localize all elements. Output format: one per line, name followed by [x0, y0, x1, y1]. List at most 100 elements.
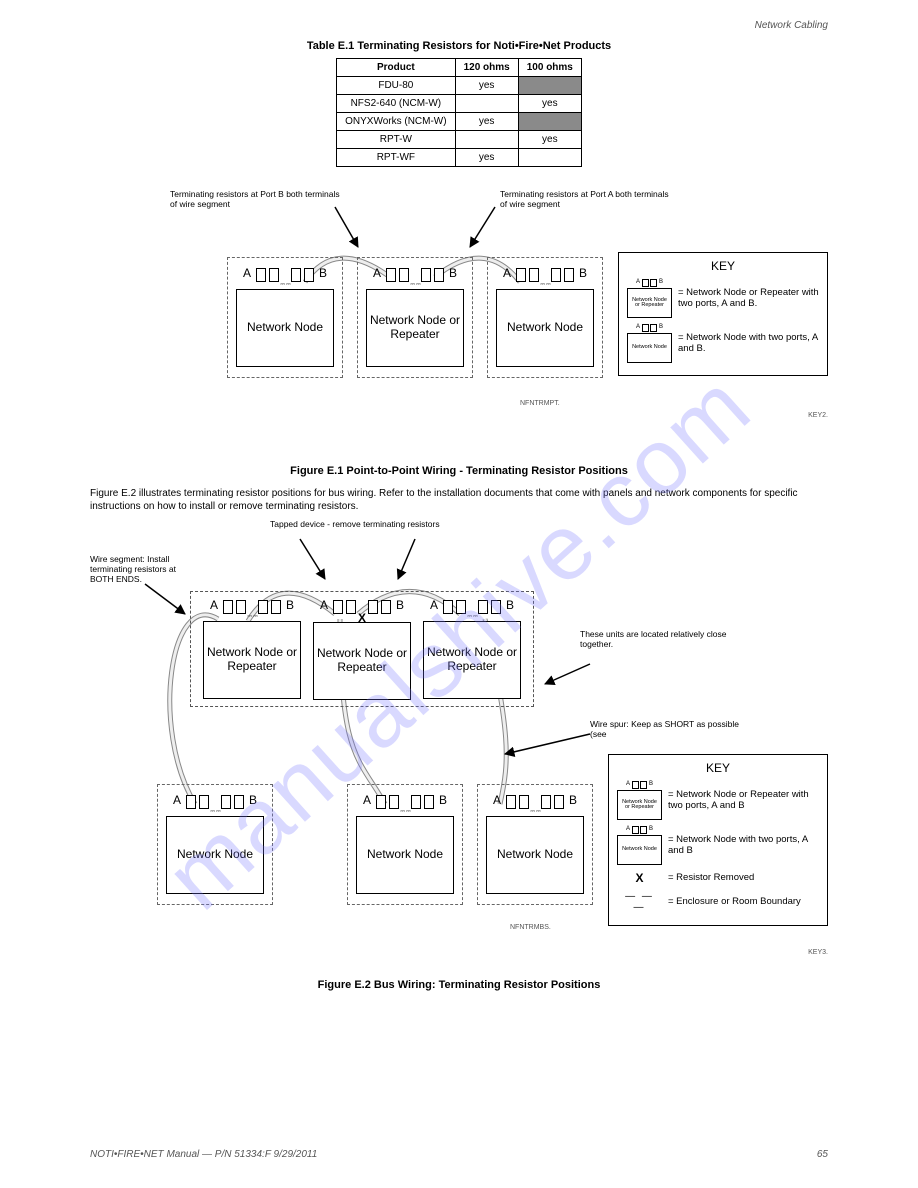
cell: ONYXWorks (NCM-W) [337, 113, 455, 131]
port-b-label: B [579, 266, 587, 280]
port-b-label: B [249, 793, 257, 807]
key-node-repeater: Network Node or Repeater [617, 790, 662, 820]
fig2-label-tapped: Tapped device - remove terminating resis… [270, 519, 530, 529]
enclosure: A B ⎓ ⎓ Network Node or Repeater [357, 257, 473, 378]
fig2-cite: NFNTRMBS. [510, 924, 551, 931]
port-a-label: A [373, 266, 381, 280]
key-text: = Network Node with two ports, A and B [668, 835, 819, 857]
port-b-label: B [286, 598, 294, 612]
node-label: Network Node [496, 289, 594, 367]
port-a-label: A [173, 793, 181, 807]
network-node: A B ⎓ ⎓ Network Node [496, 266, 594, 367]
cell [518, 113, 581, 131]
node-label: Network Node [166, 816, 264, 894]
resistor-removed-icon: X [358, 614, 366, 622]
table-row: ONYXWorks (NCM-W) yes [337, 113, 582, 131]
fig1-cite: NFNTRMPT. [520, 400, 560, 407]
port-a-label: A [430, 598, 438, 612]
table-row: FDU-80 yes [337, 77, 582, 95]
port-a-label: A [626, 781, 630, 789]
resistor-icon: ⎓ ⎓ [247, 614, 257, 621]
key-node: Network Node [617, 835, 662, 865]
port-b-label: B [659, 324, 663, 332]
network-node-repeater: A B ⎓ ⎓ Network Node or Repeater [203, 598, 301, 699]
node-label: Network Node or Repeater [203, 621, 301, 699]
enclosure: A B ⎓ ⎓ Network Node [487, 257, 603, 378]
port-b-label: B [319, 266, 327, 280]
fig2-key: KEY A B Network Node or Repeater = Networ… [608, 754, 828, 926]
node-label: Network Node or Repeater [313, 622, 411, 700]
key-title: KEY [617, 761, 819, 775]
resistor-icon: ⎓ ⎓ [540, 282, 550, 289]
cell: yes [518, 95, 581, 113]
key-text: = Network Node or Repeater with two port… [668, 790, 819, 812]
port-b-label: B [569, 793, 577, 807]
key-x-icon: X [617, 871, 662, 885]
fig1-label-left: Terminating resistors at Port B both ter… [170, 189, 340, 209]
key-text: = Network Node with two ports, A and B. [678, 333, 819, 355]
table-row: NFS2-640 (NCM-W) yes [337, 95, 582, 113]
fig1-key: KEY A B Network Node or Repeater = Networ… [618, 252, 828, 376]
port-a-label: A [503, 266, 511, 280]
fig2-label-wire-seg: Wire segment: Install terminating resist… [90, 554, 180, 584]
resistor-icon: ⎓ ⎓ [530, 809, 540, 816]
key-text: = Resistor Removed [668, 873, 754, 884]
cell [518, 149, 581, 167]
cell: NFS2-640 (NCM-W) [337, 95, 455, 113]
enclosure: A B ⎓ ⎓ Network Node [477, 784, 593, 905]
enclosure: A B ⎓ ⎓ Network Node [227, 257, 343, 378]
table-header: Product 120 ohms 100 ohms [337, 59, 582, 77]
table-row: RPT-WF yes [337, 149, 582, 167]
footer-page-number: 65 [817, 1149, 828, 1160]
enclosure: A B ⎓ ⎓ Network Node [157, 784, 273, 905]
port-a-label: A [636, 324, 640, 332]
network-node-repeater-tapped: A B X Network Node or Repeater [313, 598, 411, 700]
node-label: Network Node or Repeater [423, 621, 521, 699]
mid-paragraph: Figure E.2 illustrates terminating resis… [90, 487, 828, 513]
port-b-label: B [449, 266, 457, 280]
enclosure: A B ⎓ ⎓ Network Node [347, 784, 463, 905]
key-node-repeater: Network Node or Repeater [627, 288, 672, 318]
key-node: Network Node [627, 333, 672, 363]
key-text: = Network Node or Repeater with two port… [678, 288, 819, 310]
port-a-label: A [320, 598, 328, 612]
fig1-label-right: Terminating resistors at Port A both ter… [500, 189, 670, 209]
header-right: Network Cabling [755, 20, 828, 31]
fig2-label-spur: Wire spur: Keep as SHORT as possible (se… [590, 719, 740, 739]
cell: yes [455, 77, 518, 95]
key-title: KEY [627, 259, 819, 273]
footer-left: NOTI•FIRE•NET Manual — P/N 51334:F 9/29/… [90, 1149, 317, 1160]
col-100: 100 ohms [518, 59, 581, 77]
node-label: Network Node [356, 816, 454, 894]
port-b-label: B [396, 598, 404, 612]
cell [455, 95, 518, 113]
network-node-repeater: A B ⎓ ⎓ Network Node or Repeater [366, 266, 464, 367]
network-node: A B ⎓ ⎓ Network Node [356, 793, 454, 894]
resistor-table: Product 120 ohms 100 ohms FDU-80 yes NFS… [336, 58, 582, 167]
table-row: RPT-W yes [337, 131, 582, 149]
room-boundary: A B ⎓ ⎓ Network Node or Repeater A [190, 591, 534, 707]
port-b-label: B [659, 279, 663, 287]
page-footer: NOTI•FIRE•NET Manual — P/N 51334:F 9/29/… [0, 1149, 918, 1160]
port-a-label: A [636, 279, 640, 287]
col-120: 120 ohms [455, 59, 518, 77]
figure-e1: Terminating resistors at Port B both ter… [90, 197, 828, 457]
node-label: Network Node [236, 289, 334, 367]
fig1-title: Figure E.1 Point-to-Point Wiring - Termi… [90, 465, 828, 477]
cell: FDU-80 [337, 77, 455, 95]
key-dash-icon: — — — [617, 891, 662, 913]
port-b-label: B [439, 793, 447, 807]
cell: RPT-W [337, 131, 455, 149]
cell: RPT-WF [337, 149, 455, 167]
node-label: Network Node [486, 816, 584, 894]
port-a-label: A [243, 266, 251, 280]
network-node: A B ⎓ ⎓ Network Node [166, 793, 264, 894]
port-a-label: A [626, 826, 630, 834]
port-b-label: B [649, 826, 653, 834]
cell: yes [518, 131, 581, 149]
fig2-label-close: These units are located relatively close… [580, 629, 730, 649]
port-a-label: A [493, 793, 501, 807]
port-b-label: B [506, 598, 514, 612]
network-node: A B ⎓ ⎓ Network Node [236, 266, 334, 367]
fig2-title: Figure E.2 Bus Wiring: Terminating Resis… [90, 979, 828, 991]
